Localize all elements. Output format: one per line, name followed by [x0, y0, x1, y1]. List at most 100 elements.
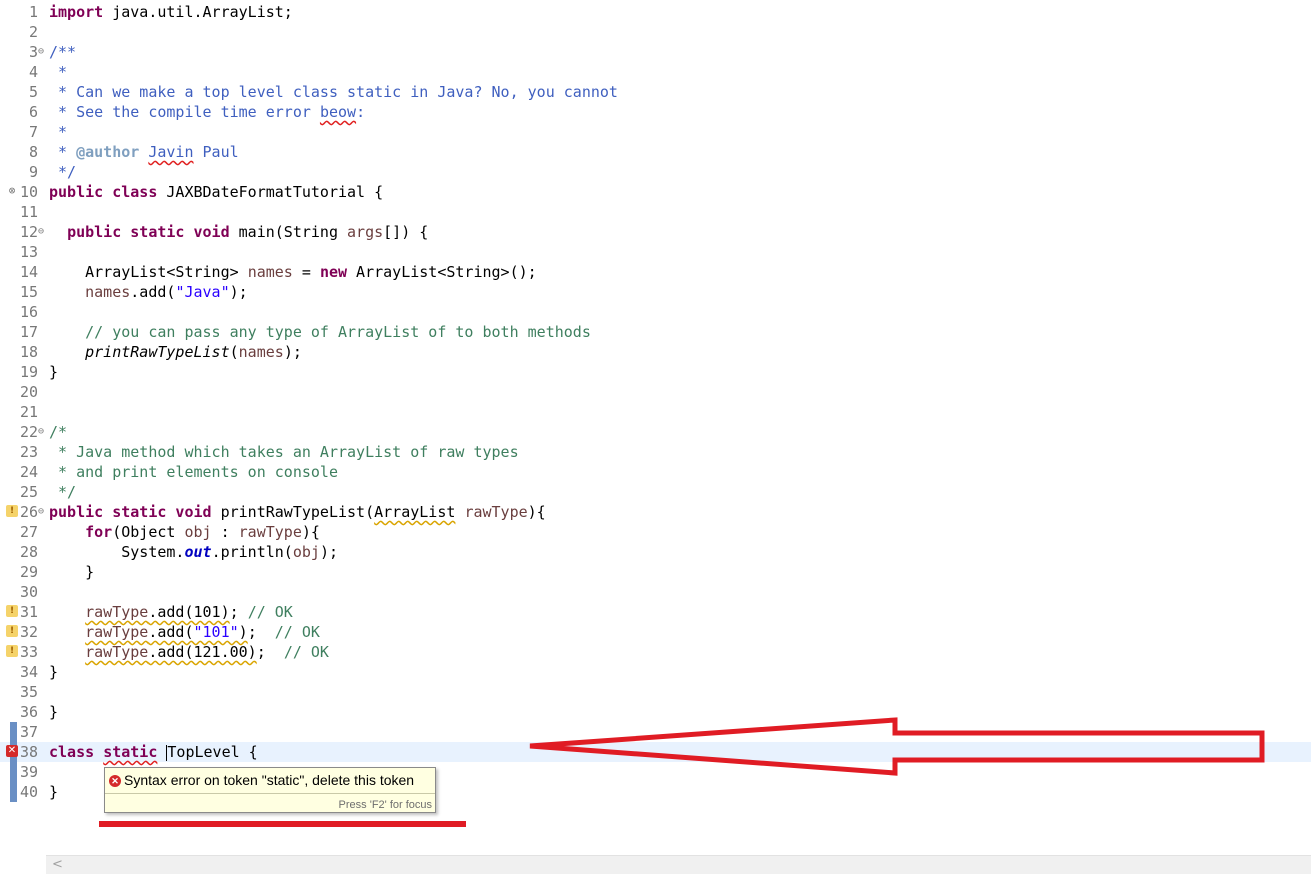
code-line-20[interactable]: 20 [0, 382, 1311, 402]
code-line-1[interactable]: 1 import java.util.ArrayList; [0, 2, 1311, 22]
line-number: 5 [28, 83, 38, 101]
fold-toggle-icon[interactable]: ⊖ [38, 222, 47, 242]
code-line-29[interactable]: 29 } [0, 562, 1311, 582]
code-line-38[interactable]: 38 ✕ class static TopLevel { [0, 742, 1311, 762]
error-outline-marker-icon[interactable]: ⊗ [6, 185, 18, 197]
code-line-17[interactable]: 17 // you can pass any type of ArrayList… [0, 322, 1311, 342]
horizontal-scrollbar[interactable]: < [46, 855, 1311, 874]
code-line-26[interactable]: 26! ⊖ public static void printRawTypeList(… [0, 502, 1311, 522]
warning-marker-icon[interactable]: ! [6, 645, 18, 657]
fold-toggle-icon[interactable]: ⊖ [38, 42, 47, 62]
code-line-31[interactable]: 31! rawType.add(101); // OK [0, 602, 1311, 622]
line-number: 35 [19, 683, 38, 701]
code-text[interactable]: for(Object obj : rawType){ [49, 522, 320, 542]
line-number: 37 [19, 723, 38, 741]
code-line-27[interactable]: 27 for(Object obj : rawType){ [0, 522, 1311, 542]
code-line-14[interactable]: 14 ArrayList<String> names = new ArrayLi… [0, 262, 1311, 282]
code-text[interactable]: public static void main(String args[]) { [49, 222, 428, 242]
error-hover-tooltip[interactable]: ✕ Syntax error on token "static", delete … [104, 767, 436, 813]
code-text[interactable]: } [49, 362, 58, 382]
code-line-8[interactable]: 8 * @author Javin Paul [0, 142, 1311, 162]
code-line-34[interactable]: 34} [0, 662, 1311, 682]
code-text[interactable]: } [49, 782, 58, 802]
code-text[interactable]: ArrayList<String> names = new ArrayList<… [49, 262, 537, 282]
code-text[interactable]: /* [49, 422, 67, 442]
code-text[interactable]: // you can pass any type of ArrayList of… [49, 322, 591, 342]
line-number: 8 [28, 143, 38, 161]
code-line-2[interactable]: 2 [0, 22, 1311, 42]
line-number: 34 [19, 663, 38, 681]
code-line-37[interactable]: 37 [0, 722, 1311, 742]
code-text[interactable]: /** [49, 42, 76, 62]
code-text[interactable]: rawType.add(121.00); // OK [49, 642, 329, 662]
code-line-12[interactable]: 12 ⊖ public static void main(String args[… [0, 222, 1311, 242]
code-line-32[interactable]: 32! rawType.add("101"); // OK [0, 622, 1311, 642]
code-line-35[interactable]: 35 [0, 682, 1311, 702]
line-number: 25 [19, 483, 38, 501]
warning-marker-icon[interactable]: ! [6, 605, 18, 617]
code-line-6[interactable]: 6 * See the compile time error beow: [0, 102, 1311, 122]
code-line-13[interactable]: 13 [0, 242, 1311, 262]
code-line-18[interactable]: 18 printRawTypeList(names); [0, 342, 1311, 362]
code-text[interactable]: */ [49, 162, 76, 182]
code-text[interactable]: } [49, 702, 58, 722]
code-text[interactable]: * [49, 62, 67, 82]
code-text[interactable]: * Java method which takes an ArrayList o… [49, 442, 519, 462]
code-text[interactable]: rawType.add(101); // OK [49, 602, 293, 622]
code-text[interactable]: * @author Javin Paul [49, 142, 239, 162]
code-text[interactable]: System.out.println(obj); [49, 542, 338, 562]
code-text[interactable]: public class JAXBDateFormatTutorial { [49, 182, 383, 202]
code-text[interactable]: rawType.add("101"); // OK [49, 622, 320, 642]
code-line-33[interactable]: 33! rawType.add(121.00); // OK [0, 642, 1311, 662]
code-line-25[interactable]: 25 */ [0, 482, 1311, 502]
hover-separator [105, 793, 435, 794]
line-number: 23 [19, 443, 38, 461]
code-text[interactable]: printRawTypeList(names); [49, 342, 302, 362]
code-line-15[interactable]: 15 names.add("Java"); [0, 282, 1311, 302]
code-line-23[interactable]: 23 * Java method which takes an ArrayLis… [0, 442, 1311, 462]
hover-message: Syntax error on token "static", delete t… [124, 772, 415, 788]
line-number: 11 [19, 203, 38, 221]
code-line-21[interactable]: 21 [0, 402, 1311, 422]
code-line-24[interactable]: 24 * and print elements on console [0, 462, 1311, 482]
line-number: 28 [19, 543, 38, 561]
code-line-5[interactable]: 5 * Can we make a top level class static… [0, 82, 1311, 102]
java-code-editor[interactable]: 1 import java.util.ArrayList; 2 3 ⊖/** 4 * 5 *… [0, 0, 1311, 855]
warning-marker-icon[interactable]: ! [6, 505, 18, 517]
code-text[interactable]: } [49, 562, 94, 582]
code-line-7[interactable]: 7 * [0, 122, 1311, 142]
code-text[interactable]: * See the compile time error beow: [49, 102, 365, 122]
code-line-30[interactable]: 30 [0, 582, 1311, 602]
code-line-4[interactable]: 4 * [0, 62, 1311, 82]
annotation-underline [99, 821, 466, 827]
code-text[interactable]: names.add("Java"); [49, 282, 248, 302]
code-text[interactable]: public static void printRawTypeList(Arra… [49, 502, 546, 522]
code-line-36[interactable]: 36} [0, 702, 1311, 722]
code-text[interactable]: import java.util.ArrayList; [49, 2, 293, 22]
code-line-3[interactable]: 3 ⊖/** [0, 42, 1311, 62]
line-number: 36 [19, 703, 38, 721]
warning-marker-icon[interactable]: ! [6, 625, 18, 637]
line-number: 22 [19, 423, 38, 441]
code-line-9[interactable]: 9 */ [0, 162, 1311, 182]
code-line-16[interactable]: 16 [0, 302, 1311, 322]
fold-toggle-icon[interactable]: ⊖ [38, 502, 47, 522]
line-number: 17 [19, 323, 38, 341]
line-number: 16 [19, 303, 38, 321]
scroll-left-arrow-icon[interactable]: < [52, 856, 63, 874]
code-line-11[interactable]: 11 [0, 202, 1311, 222]
hover-message-row: ✕ Syntax error on token "static", delete … [109, 772, 414, 788]
fold-toggle-icon[interactable]: ⊖ [38, 422, 47, 442]
code-line-22[interactable]: 22 ⊖/* [0, 422, 1311, 442]
code-text[interactable]: * [49, 122, 67, 142]
code-text[interactable]: * Can we make a top level class static i… [49, 82, 618, 102]
code-text[interactable]: } [49, 662, 58, 682]
code-line-28[interactable]: 28 System.out.println(obj); [0, 542, 1311, 562]
code-text[interactable]: */ [49, 482, 76, 502]
error-icon: ✕ [109, 775, 121, 788]
code-line-10[interactable]: 10 ⊗ public class JAXBDateFormatTutorial { [0, 182, 1311, 202]
code-text[interactable]: class static TopLevel { [49, 742, 258, 762]
error-marker-icon[interactable]: ✕ [6, 745, 18, 757]
code-line-19[interactable]: 19} [0, 362, 1311, 382]
code-text[interactable]: * and print elements on console [49, 462, 338, 482]
